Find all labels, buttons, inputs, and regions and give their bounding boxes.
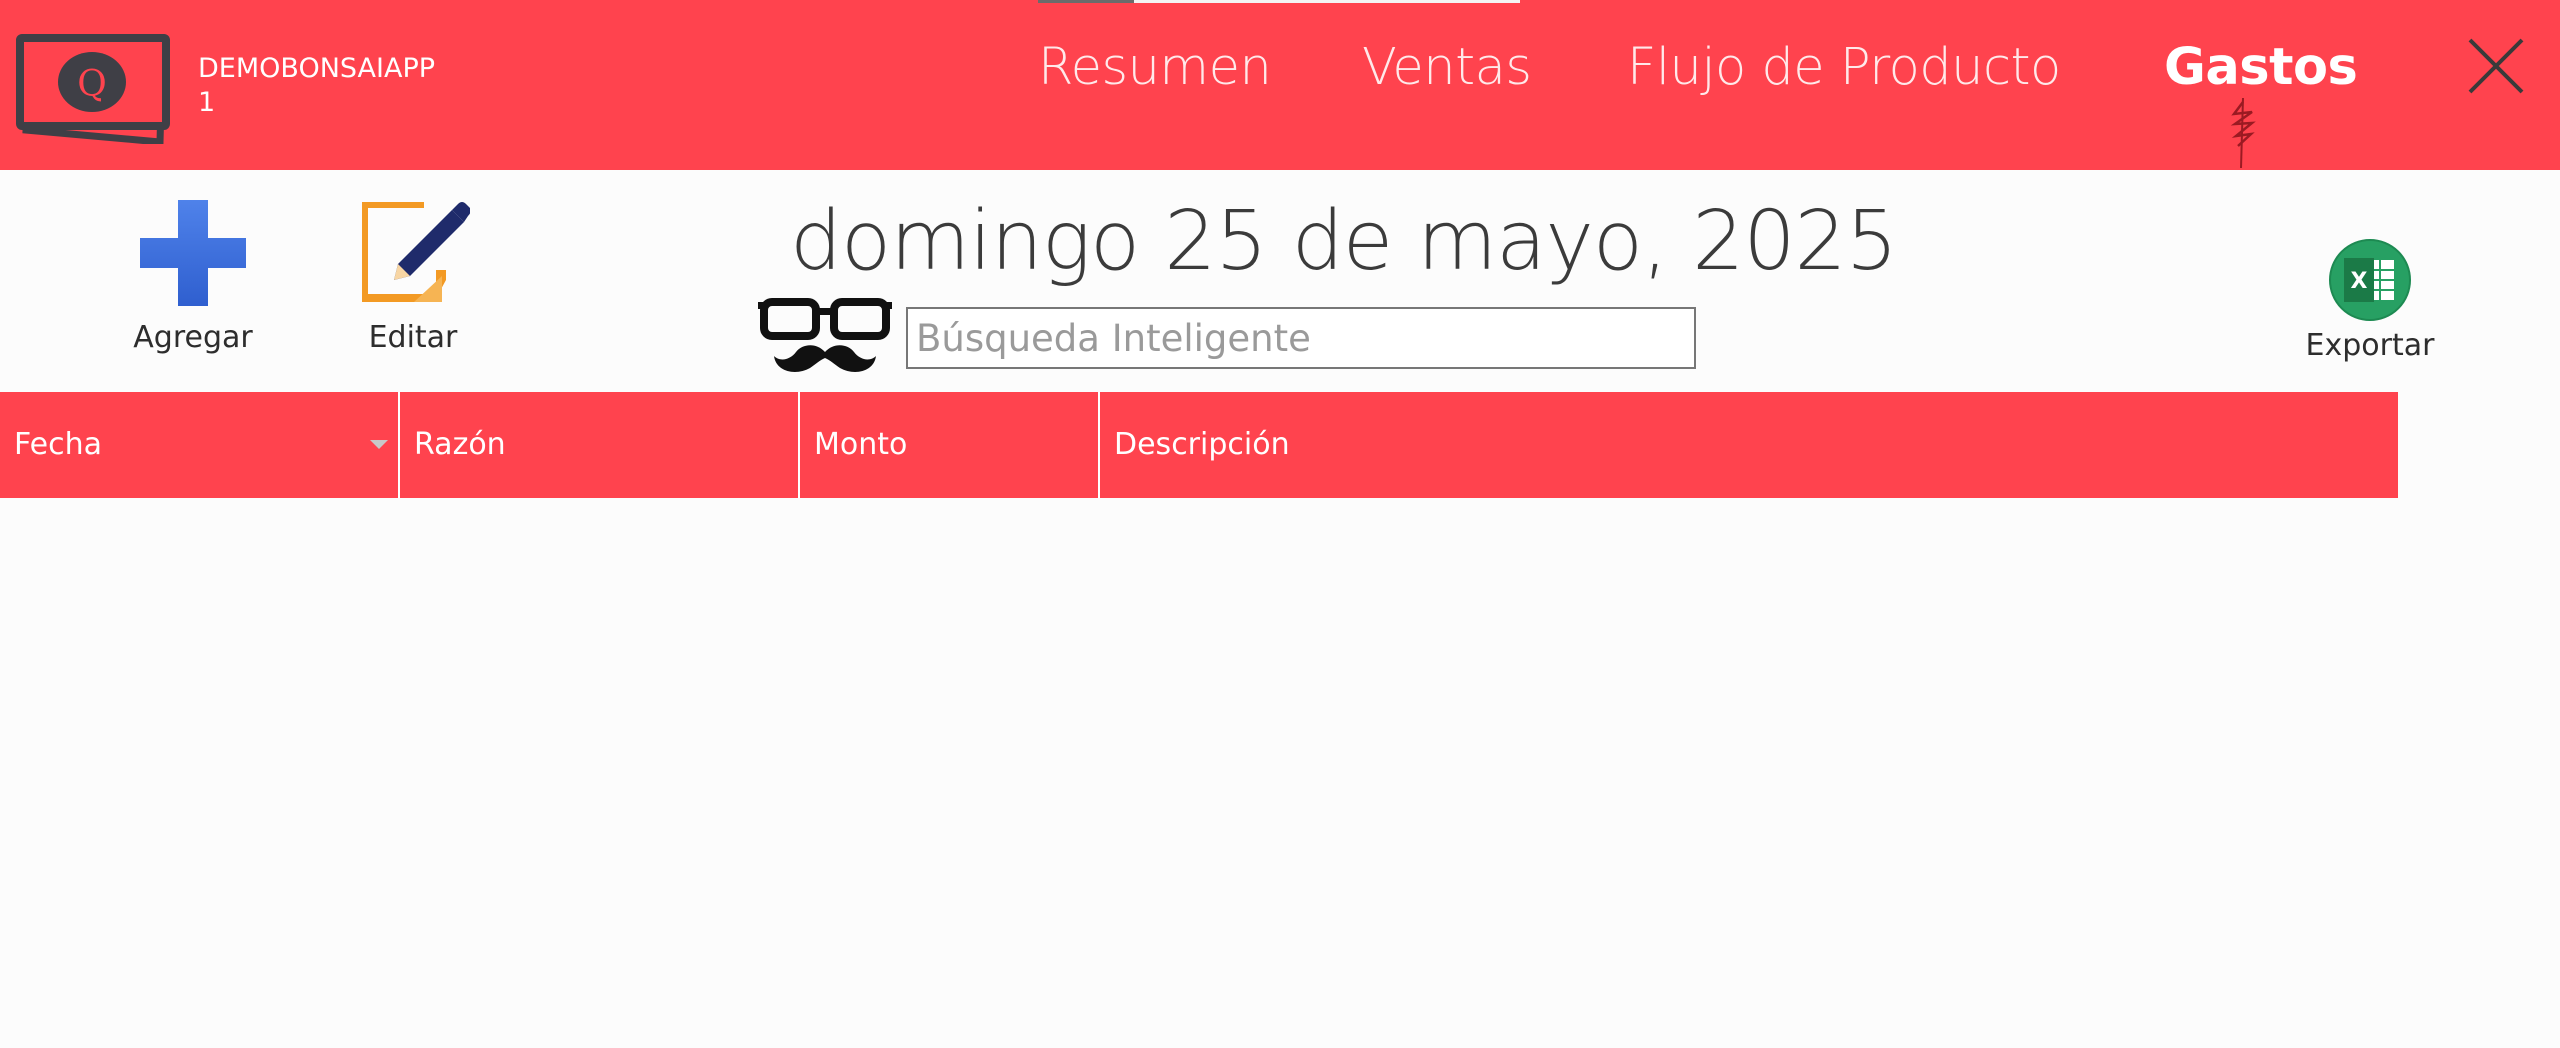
column-header-label: Monto (814, 427, 908, 462)
glasses-mustache-icon[interactable] (758, 296, 892, 380)
search-input[interactable] (906, 307, 1696, 369)
export-button[interactable]: X Exportar (2300, 238, 2440, 378)
excel-icon: X (2329, 239, 2411, 321)
bonsai-marker-icon (2230, 97, 2256, 169)
tab-flujo-de-producto[interactable]: Flujo de Producto (1627, 36, 2061, 100)
plus-icon (140, 200, 246, 306)
column-header-razon[interactable]: Razón (400, 392, 798, 498)
column-header-label: Razón (414, 427, 506, 462)
tab-resumen[interactable]: Resumen (1038, 36, 1272, 100)
add-button[interactable]: Agregar (118, 194, 268, 364)
grid-body[interactable] (0, 498, 2398, 1048)
pencil-note-icon (362, 202, 470, 302)
column-header-descripcion[interactable]: Descripción (1100, 392, 2398, 498)
edit-label: Editar (368, 320, 458, 355)
svg-text:Q: Q (77, 64, 107, 105)
svg-text:X: X (2351, 269, 2368, 294)
column-header-fecha[interactable]: Fecha (0, 392, 398, 498)
top-bar: Q DEMOBONSAIAPP 1 Resumen Ventas Flujo d… (0, 0, 2560, 170)
page-title-date: domingo 25 de mayo, 2025 (790, 194, 1898, 289)
tab-ventas[interactable]: Ventas (1362, 36, 1532, 100)
edit-button[interactable]: Editar (340, 194, 486, 364)
grid-header: Fecha Razón Monto Descripción (0, 392, 2398, 498)
column-header-monto[interactable]: Monto (800, 392, 1098, 498)
tab-gastos[interactable]: Gastos (2164, 36, 2358, 100)
app-name: DEMOBONSAIAPP 1 (198, 53, 436, 118)
q-screen-logo-icon: Q (16, 34, 170, 144)
column-header-label: Descripción (1114, 427, 1290, 462)
tab-indicator-dark (1038, 0, 1134, 3)
export-label: Exportar (2305, 328, 2435, 363)
tab-indicator-light (1134, 0, 1520, 3)
add-label: Agregar (133, 320, 253, 355)
close-icon[interactable] (2466, 36, 2526, 96)
sort-arrow-icon (370, 440, 388, 449)
column-header-label: Fecha (14, 427, 102, 462)
